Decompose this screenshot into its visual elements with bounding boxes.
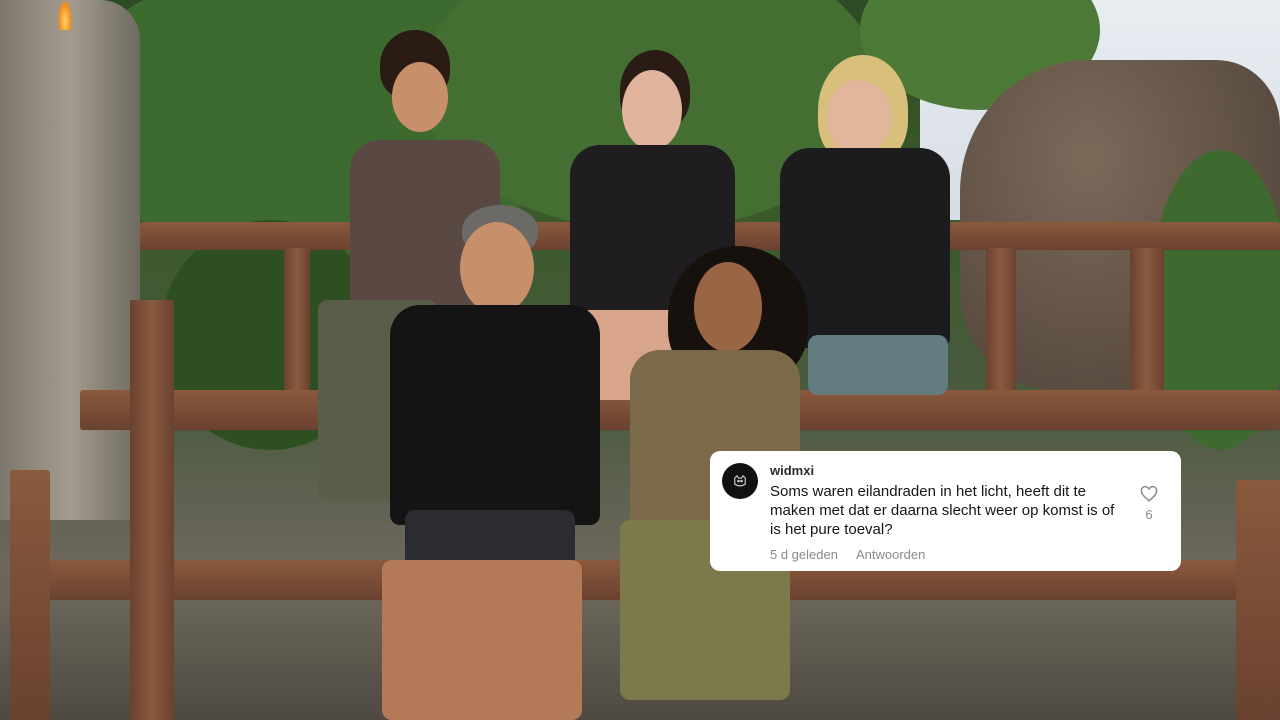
like-count: 6 xyxy=(1145,507,1153,522)
bench-post xyxy=(284,248,310,398)
bench-post xyxy=(986,248,1016,398)
campfire-torch-icon xyxy=(58,0,72,30)
comment-meta: 5 d geleden Antwoorden xyxy=(770,547,925,562)
comment-username[interactable]: widmxi xyxy=(770,463,1167,478)
like-button[interactable]: 6 xyxy=(1137,485,1161,522)
comment-card[interactable]: widmxi Soms waren eilandraden in het lic… xyxy=(710,451,1181,571)
comment-timestamp: 5 d geleden xyxy=(770,547,838,562)
bench-arm-left xyxy=(10,470,50,720)
bench-post xyxy=(1130,248,1164,398)
tree-trunk xyxy=(0,0,140,520)
heart-outline-icon xyxy=(1140,485,1158,502)
cat-avatar-icon[interactable] xyxy=(722,463,758,499)
bench-arm-right xyxy=(1236,480,1280,720)
video-frame[interactable] xyxy=(0,0,1280,720)
reply-button[interactable]: Antwoorden xyxy=(856,547,925,562)
bench-post xyxy=(130,300,174,720)
comment-text: Soms waren eilandraden in het licht, hee… xyxy=(770,483,1115,538)
